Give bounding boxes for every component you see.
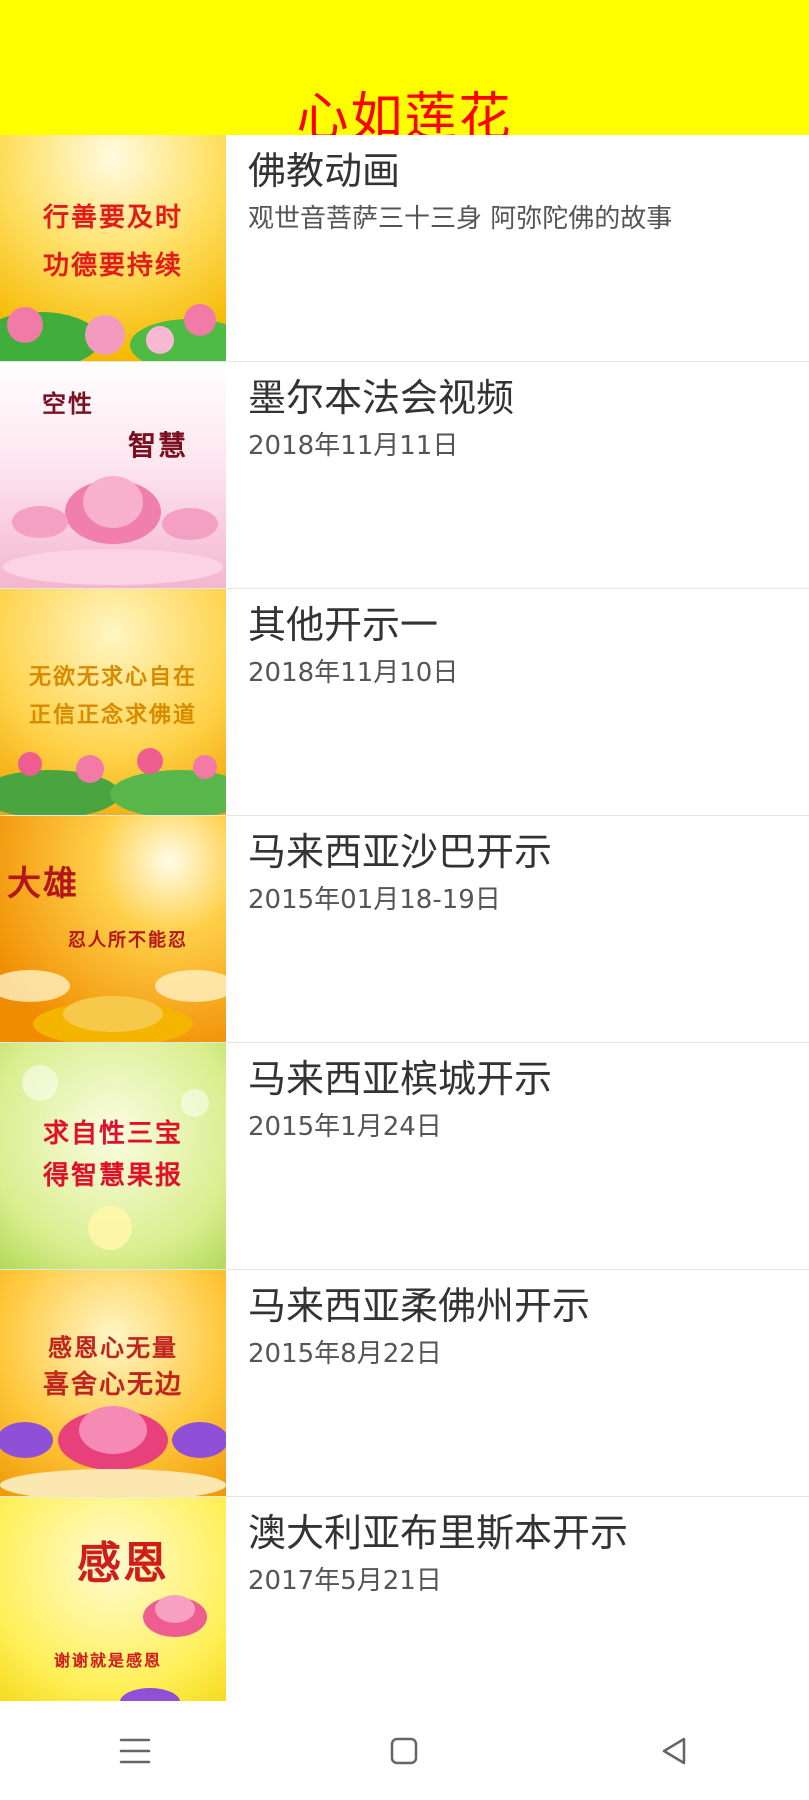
thumbnail-image: 感恩 谢谢就是感恩 (0, 1497, 226, 1723)
item-content: 其他开示一 2018年11月10日 (226, 589, 809, 815)
list-item[interactable]: 感恩心无量 喜舍心无边 马来西亚柔佛州开示 2015年8月22日 (0, 1270, 809, 1497)
item-content: 墨尔本法会视频 2018年11月11日 (226, 362, 809, 588)
item-subtitle: 2018年11月10日 (248, 658, 459, 688)
thumbnail-image: 空性 智慧 (0, 362, 226, 588)
thumbnail-image: 感恩心无量 喜舍心无边 (0, 1270, 226, 1496)
item-subtitle: 2015年8月22日 (248, 1339, 442, 1369)
item-subtitle: 2015年1月24日 (248, 1112, 442, 1142)
thumbnail-caption: 空性 (42, 389, 94, 418)
item-title: 马来西亚槟城开示 (248, 1057, 553, 1101)
list-item[interactable]: 空性 智慧 墨尔本法会视频 2018年11月11日 (0, 362, 809, 589)
thumbnail-caption: 喜舍心无边 (42, 1370, 183, 1400)
item-content: 马来西亚沙巴开示 2015年01月18-19日 (226, 816, 809, 1042)
item-title: 马来西亚沙巴开示 (248, 830, 553, 874)
screen: 心如莲花 行善要及时 功德要持续 佛教动画 观世音菩萨三十三身 阿弥陀佛的故事 … (0, 0, 809, 1800)
menu-icon (119, 1738, 151, 1763)
item-subtitle: 2017年5月21日 (248, 1566, 442, 1596)
item-title: 墨尔本法会视频 (248, 376, 515, 420)
back-button[interactable] (614, 1701, 734, 1800)
thumbnail-caption: 正信正念求佛道 (28, 702, 197, 728)
thumbnail-caption: 得智慧果报 (42, 1161, 183, 1191)
item-subtitle: 2018年11月11日 (248, 431, 459, 461)
video-list: 行善要及时 功德要持续 佛教动画 观世音菩萨三十三身 阿弥陀佛的故事 空性 智慧… (0, 135, 809, 1724)
thumbnail-caption: 大雄 (7, 864, 79, 904)
home-button[interactable] (344, 1701, 464, 1800)
item-title: 佛教动画 (248, 149, 401, 193)
thumbnail-caption: 求自性三宝 (42, 1119, 183, 1149)
item-title: 澳大利亚布里斯本开示 (248, 1511, 629, 1555)
thumbnail-image: 求自性三宝 得智慧果报 (0, 1043, 226, 1269)
list-item[interactable]: 大雄 忍人所不能忍 马来西亚沙巴开示 2015年01月18-19日 (0, 816, 809, 1043)
thumbnail-image: 无欲无求心自在 正信正念求佛道 (0, 589, 226, 815)
home-icon (391, 1737, 418, 1764)
item-content: 佛教动画 观世音菩萨三十三身 阿弥陀佛的故事 (226, 135, 809, 361)
item-title: 马来西亚柔佛州开示 (248, 1284, 591, 1328)
system-navigation-bar (0, 1701, 809, 1800)
list-item[interactable]: 行善要及时 功德要持续 佛教动画 观世音菩萨三十三身 阿弥陀佛的故事 (0, 135, 809, 362)
back-icon (662, 1737, 686, 1764)
thumbnail-caption: 谢谢就是感恩 (53, 1651, 162, 1670)
thumbnail-caption: 智慧 (127, 429, 188, 462)
item-title: 其他开示一 (248, 603, 439, 647)
list-item[interactable]: 无欲无求心自在 正信正念求佛道 其他开示一 2018年11月10日 (0, 589, 809, 816)
item-subtitle: 观世音菩萨三十三身 阿弥陀佛的故事 (248, 204, 673, 234)
thumbnail-caption: 功德要持续 (42, 251, 183, 281)
item-content: 澳大利亚布里斯本开示 2017年5月21日 (226, 1497, 809, 1723)
thumbnail-image: 行善要及时 功德要持续 (0, 135, 226, 361)
list-item[interactable]: 求自性三宝 得智慧果报 马来西亚槟城开示 2015年1月24日 (0, 1043, 809, 1270)
thumbnail-caption: 感恩心无量 (48, 1333, 178, 1362)
item-content: 马来西亚槟城开示 2015年1月24日 (226, 1043, 809, 1269)
list-item[interactable]: 感恩 谢谢就是感恩 澳大利亚布里斯本开示 2017年5月21日 (0, 1497, 809, 1724)
thumbnail-image: 大雄 忍人所不能忍 (0, 816, 226, 1042)
menu-button[interactable] (75, 1701, 195, 1800)
app-header: 心如莲花 (0, 0, 809, 135)
thumbnail-caption: 无欲无求心自在 (28, 664, 197, 690)
page-title: 心如莲花 (296, 88, 513, 135)
item-content: 马来西亚柔佛州开示 2015年8月22日 (226, 1270, 809, 1496)
thumbnail-caption: 行善要及时 (42, 203, 183, 233)
thumbnail-caption: 忍人所不能忍 (68, 930, 188, 951)
thumbnail-caption: 感恩 (77, 1538, 169, 1589)
item-subtitle: 2015年01月18-19日 (248, 885, 501, 915)
